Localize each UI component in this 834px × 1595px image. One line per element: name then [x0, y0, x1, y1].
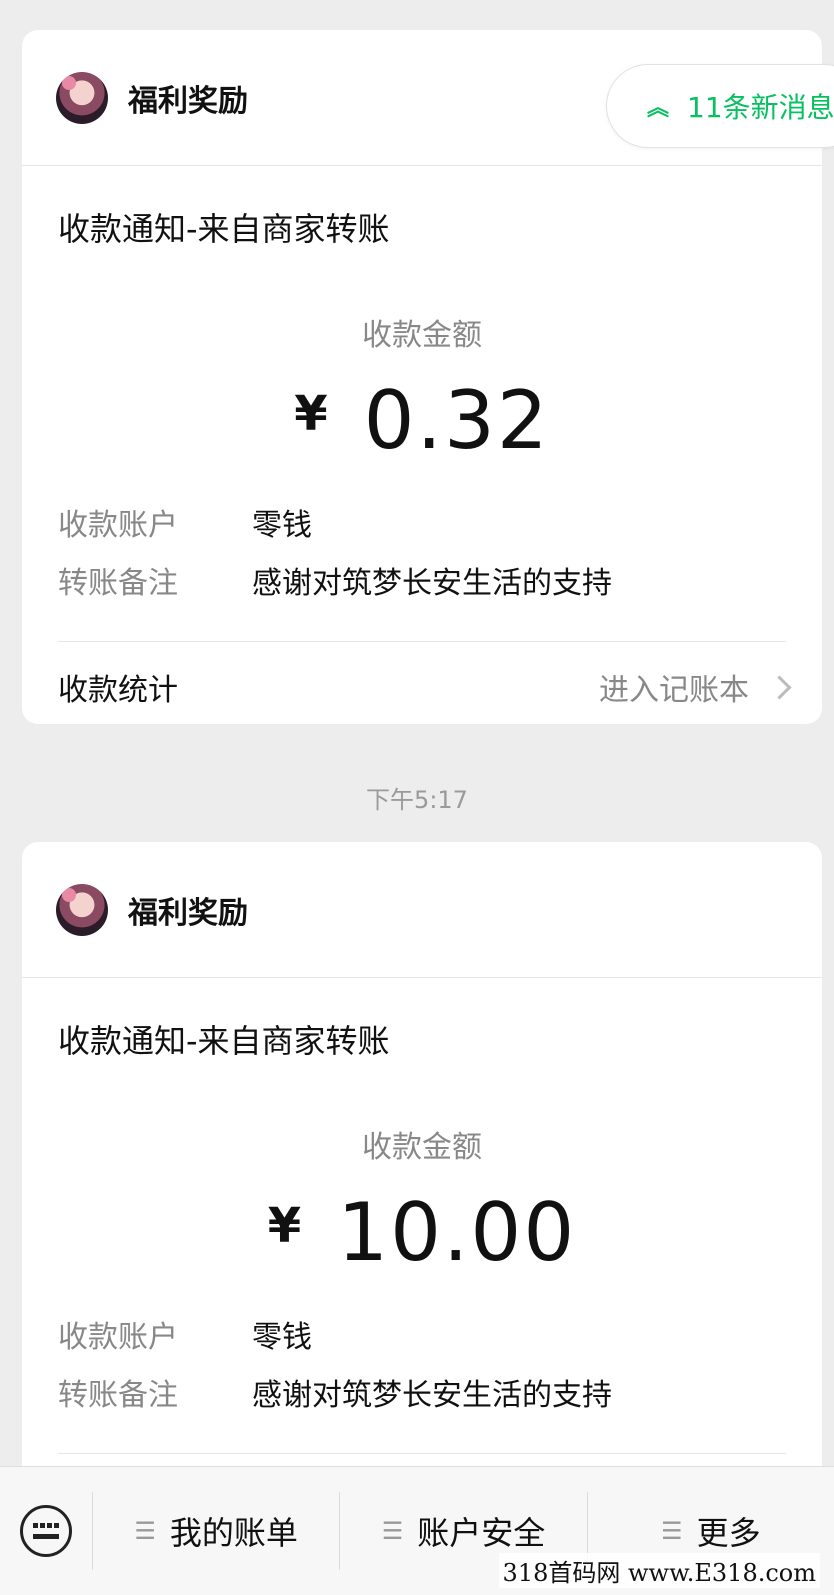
menu-item-label: 我的账单: [169, 1514, 298, 1552]
remark-row: 转账备注 感谢对筑梦长安生活的支持: [58, 551, 822, 609]
avatar[interactable]: [56, 883, 108, 936]
double-chevron-up-icon: ︽: [647, 96, 670, 121]
sender-name: 福利奖励: [128, 895, 248, 931]
sender-name: 福利奖励: [128, 83, 248, 119]
chevron-right-icon: [767, 674, 792, 700]
amount-value: ¥0.32: [22, 374, 822, 467]
notification-title: 收款通知-来自商家转账: [58, 210, 390, 248]
menu-icon: ☰: [661, 1517, 683, 1545]
currency-symbol: ¥: [267, 1198, 304, 1254]
notification-title: 收款通知-来自商家转账: [58, 1022, 390, 1060]
amount-label: 收款金额: [362, 1130, 482, 1165]
ledger-link-label: 进入记账本: [599, 673, 749, 708]
card-header: 福利奖励: [22, 842, 822, 978]
remark-label: 转账备注: [58, 1378, 178, 1413]
stats-row[interactable]: 收款统计 进入记账本: [22, 642, 822, 724]
amount-label: 收款金额: [362, 318, 482, 353]
amount-value: ¥10.00: [22, 1186, 822, 1279]
currency-symbol: ¥: [294, 386, 330, 442]
divider: [58, 1453, 786, 1454]
new-messages-label: 11条新消息: [687, 91, 834, 124]
account-row: 收款账户 零钱: [58, 493, 822, 551]
payment-card-2[interactable]: 福利奖励 收款通知-来自商家转账 收款金额 ¥10.00 收款账户 零钱 转账备…: [22, 842, 822, 1522]
account-label: 收款账户: [58, 508, 178, 543]
remark-value: 感谢对筑梦长安生活的支持: [252, 566, 612, 601]
remark-row: 转账备注 感谢对筑梦长安生活的支持: [58, 1363, 822, 1421]
stats-label: 收款统计: [58, 673, 178, 708]
watermark: 318首码网 www.E318.com: [498, 1553, 820, 1588]
account-label: 收款账户: [58, 1320, 178, 1355]
message-timestamp: 下午5:17: [366, 786, 468, 814]
amount-number: 10.00: [337, 1186, 577, 1279]
menu-icon: ☰: [381, 1517, 404, 1545]
remark-value: 感谢对筑梦长安生活的支持: [252, 1378, 612, 1413]
amount-number: 0.32: [363, 374, 550, 467]
menu-icon: ☰: [134, 1517, 156, 1545]
ledger-link[interactable]: 进入记账本: [599, 665, 792, 709]
remark-label: 转账备注: [58, 566, 178, 601]
account-value: 零钱: [252, 508, 312, 543]
new-messages-button[interactable]: ︽ 11条新消息: [606, 64, 834, 148]
avatar[interactable]: [56, 71, 108, 124]
menu-item-my-bills[interactable]: ☰ 我的账单: [92, 1492, 339, 1570]
menu-item-label: 账户安全: [417, 1514, 546, 1552]
keyboard-toggle-button[interactable]: [0, 1467, 92, 1595]
menu-item-label: 更多: [696, 1514, 761, 1552]
account-row: 收款账户 零钱: [58, 1305, 822, 1363]
account-value: 零钱: [252, 1320, 312, 1355]
keyboard-icon: [20, 1505, 72, 1557]
